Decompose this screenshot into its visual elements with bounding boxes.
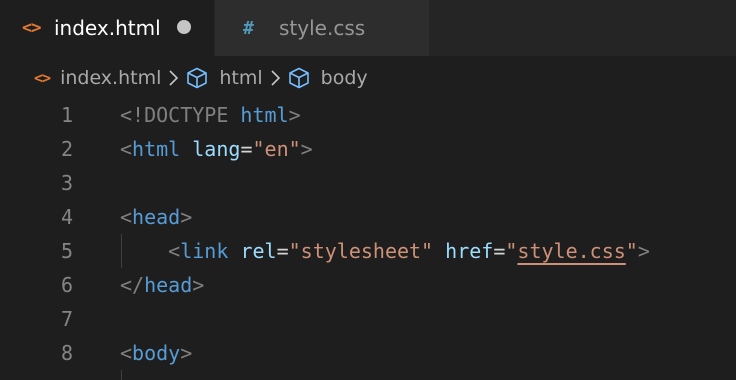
code-token: head <box>132 205 181 229</box>
code-token: lang <box>192 137 241 161</box>
code-token: body <box>132 341 181 365</box>
code-token: link <box>180 239 229 263</box>
code-token: < <box>120 103 133 127</box>
code-token: !DOCTYPE <box>132 103 229 127</box>
code-text: <!DOCTYPE html> <box>120 98 301 132</box>
code-token: = <box>493 239 506 263</box>
line-number: 7 <box>60 307 73 331</box>
html-file-icon: <> <box>22 18 41 38</box>
html-file-icon: <> <box>34 69 51 87</box>
line-number: 3 <box>60 171 73 195</box>
code-token: "stylesheet" <box>288 239 434 263</box>
code-token: > <box>637 239 650 263</box>
code-line[interactable]: 5 <link rel="stylesheet" href="style.css… <box>0 234 736 268</box>
chevron-right-icon <box>167 68 179 88</box>
cube-icon <box>287 66 311 90</box>
code-text: </head> <box>120 268 204 302</box>
code-line[interactable]: 2 <html lang="en"> <box>0 132 736 166</box>
code-token: " <box>505 239 518 263</box>
code-token: style.css <box>517 239 626 263</box>
code-text: <body> <box>120 336 192 370</box>
code-line[interactable]: 8 <body> <box>0 336 736 370</box>
editor-tab-bar: <> index.html # style.css <box>0 0 736 56</box>
css-file-icon: # <box>243 17 254 39</box>
line-number: 5 <box>60 239 73 263</box>
code-line[interactable]: 4 <head> <box>0 200 736 234</box>
code-line[interactable]: 7 <box>0 302 736 336</box>
code-line[interactable]: 6 </head> <box>0 268 736 302</box>
code-token: = <box>276 239 289 263</box>
code-token: rel <box>240 239 277 263</box>
breadcrumb-item-file[interactable]: index.html <box>60 67 161 89</box>
code-token: "en" <box>252 137 301 161</box>
code-text: <html lang="en"> <box>120 132 313 166</box>
code-line[interactable]: 1 <!DOCTYPE html> <box>0 98 736 132</box>
unsaved-dot-icon[interactable] <box>177 20 191 34</box>
code-token: html <box>132 137 181 161</box>
code-text: <head> <box>120 200 192 234</box>
line-number: 8 <box>60 341 73 365</box>
code-token: " <box>625 239 638 263</box>
code-token: html <box>240 103 289 127</box>
tab-index-html[interactable]: <> index.html <box>0 0 214 56</box>
line-number: 4 <box>60 205 73 229</box>
tab-label: style.css <box>279 16 366 40</box>
code-token: head <box>144 273 193 297</box>
breadcrumb-item-body[interactable]: body <box>321 67 368 89</box>
breadcrumb: <> index.html html body <box>0 60 736 96</box>
cube-icon <box>185 66 209 90</box>
breadcrumb-item-html[interactable]: html <box>219 67 262 89</box>
code-token: href <box>445 239 494 263</box>
tab-style-css[interactable]: # style.css <box>215 0 429 56</box>
code-token: </ <box>120 273 145 297</box>
code-token: < <box>120 137 133 161</box>
code-token: > <box>180 205 193 229</box>
code-text: <link rel="stylesheet" href="style.css"> <box>120 234 650 268</box>
code-line[interactable]: 3 <box>0 166 736 200</box>
code-token: < <box>120 341 133 365</box>
code-token: > <box>288 103 301 127</box>
code-token: > <box>192 273 205 297</box>
code-token: > <box>300 137 313 161</box>
code-token: < <box>168 239 181 263</box>
code-token: < <box>120 205 133 229</box>
indent-guide <box>121 370 122 380</box>
line-number: 1 <box>60 103 73 127</box>
code-token: > <box>180 341 193 365</box>
tab-label: index.html <box>54 16 161 40</box>
code-token: = <box>240 137 253 161</box>
line-number: 2 <box>60 137 73 161</box>
line-number: 6 <box>60 273 73 297</box>
chevron-right-icon <box>269 68 281 88</box>
code-editor[interactable]: 1 <!DOCTYPE html> 2 <html lang="en"> 3 4 <head… <box>0 98 736 380</box>
